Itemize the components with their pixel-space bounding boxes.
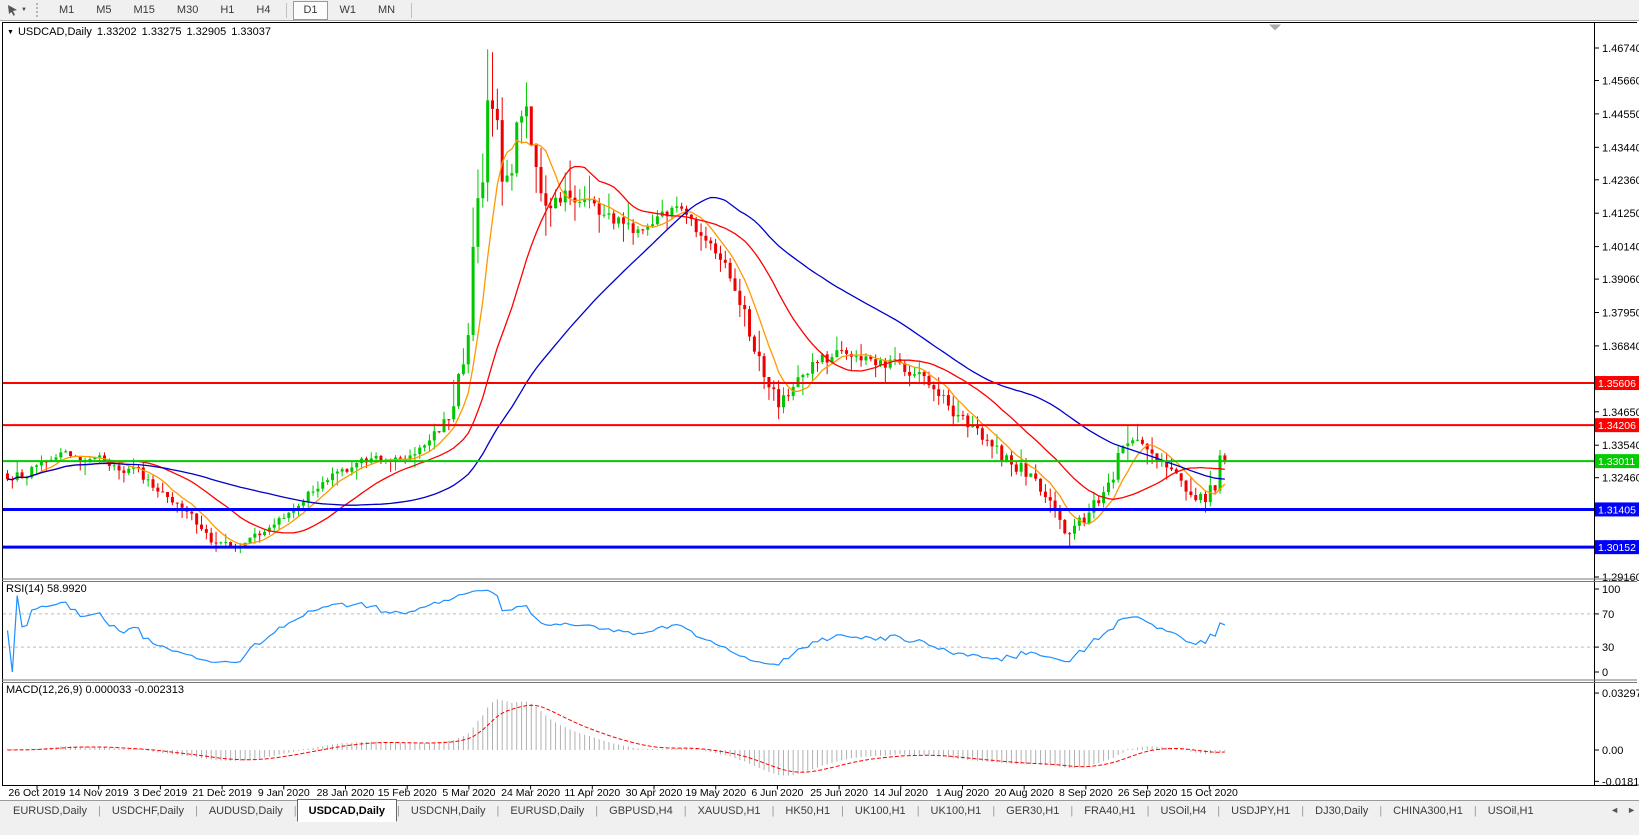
svg-text:3 Dec 2019: 3 Dec 2019 xyxy=(134,787,188,799)
svg-text:1.31405: 1.31405 xyxy=(1598,504,1636,516)
bar-close-value: 1.33037 xyxy=(231,26,271,38)
svg-text:6 Jun 2020: 6 Jun 2020 xyxy=(751,787,803,799)
svg-text:1.39060: 1.39060 xyxy=(1602,274,1639,286)
svg-text:1.42360: 1.42360 xyxy=(1602,175,1639,187)
chart-tab-xauusd-h1-7[interactable]: XAUUSD,H1 xyxy=(687,801,772,821)
svg-text:100: 100 xyxy=(1602,584,1620,596)
svg-text:30: 30 xyxy=(1602,642,1614,654)
svg-text:1.33011: 1.33011 xyxy=(1598,456,1635,468)
chart-frame: 26 Oct 2019 14 Nov 2019 3 Dec 2019 21 Dec 2… xyxy=(2,22,1637,799)
svg-text:15 Feb 2020: 15 Feb 2020 xyxy=(378,787,437,799)
svg-text:1.34650: 1.34650 xyxy=(1602,407,1639,419)
svg-text:28 Jan 2020: 28 Jan 2020 xyxy=(317,787,375,799)
svg-text:15 Oct 2020: 15 Oct 2020 xyxy=(1181,787,1238,799)
svg-text:1.33540: 1.33540 xyxy=(1602,440,1639,452)
chart-tab-uk100-h1-10[interactable]: UK100,H1 xyxy=(920,801,993,821)
svg-text:1.30152: 1.30152 xyxy=(1598,542,1636,554)
price-axis: 1.46740 1.45660 1.44550 1.43440 1.42360 1.412… xyxy=(1595,43,1639,584)
svg-text:14 Jul 2020: 14 Jul 2020 xyxy=(874,787,928,799)
tabs-scroll-right-button[interactable]: ► xyxy=(1627,805,1636,815)
trading-platform-window: ▼ M1M5M15M30H1H4D1W1MN 1.467401.456601.4… xyxy=(0,0,1639,835)
chart-tab-usdcnh-daily-4[interactable]: USDCNH,Daily xyxy=(400,801,497,821)
chart-tab-gbpusd-h4-6[interactable]: GBPUSD,H4 xyxy=(598,801,684,821)
chart-tab-usoil-h1-17[interactable]: USOil,H1 xyxy=(1477,801,1545,821)
macd-indicator-label: MACD(12,26,9) 0.000033 -0.002313 xyxy=(6,684,184,696)
svg-text:19 May 2020: 19 May 2020 xyxy=(685,787,746,799)
svg-text:9 Jan 2020: 9 Jan 2020 xyxy=(258,787,310,799)
svg-text:1.29160: 1.29160 xyxy=(1602,572,1639,584)
chart-tab-hk50-h1-8[interactable]: HK50,H1 xyxy=(774,801,841,821)
chart-tab-china300-h1-16[interactable]: CHINA300,H1 xyxy=(1382,801,1474,821)
svg-text:1.36840: 1.36840 xyxy=(1602,341,1639,353)
chart-canvas[interactable]: 1.46740 1.45660 1.44550 1.43440 1.42360 1.412… xyxy=(0,22,1639,800)
tabs-scroll-left-button[interactable]: ◄ xyxy=(1610,805,1619,815)
bar-open-value: 1.33202 xyxy=(97,26,137,38)
svg-text:1 Aug 2020: 1 Aug 2020 xyxy=(936,787,989,799)
svg-text:0.032972: 0.032972 xyxy=(1602,688,1639,700)
chart-tab-audusd-daily-2[interactable]: AUDUSD,Daily xyxy=(198,801,294,821)
rsi-indicator-label: RSI(14) 58.9920 xyxy=(6,583,87,595)
svg-text:1.37950: 1.37950 xyxy=(1602,307,1639,319)
chart-tab-ger30-h1-11[interactable]: GER30,H1 xyxy=(995,801,1070,821)
svg-text:1.34206: 1.34206 xyxy=(1598,420,1636,432)
chart-tabs-bar: EURUSD,Daily|USDCHF,Daily|AUDUSD,Daily|U… xyxy=(0,800,1639,835)
svg-text:1.46740: 1.46740 xyxy=(1602,43,1639,55)
chart-tab-fra40-h1-12[interactable]: FRA40,H1 xyxy=(1073,801,1146,821)
svg-text:1.35606: 1.35606 xyxy=(1598,378,1636,390)
svg-text:1.40140: 1.40140 xyxy=(1602,242,1639,254)
svg-text:1.43440: 1.43440 xyxy=(1602,142,1639,154)
tab-scroll-buttons: ◄ ► xyxy=(1610,805,1636,815)
rsi-panel: 100 70 30 0 xyxy=(3,584,1620,679)
chart-tab-usdcad-daily-3[interactable]: USDCAD,Daily xyxy=(297,799,397,822)
svg-text:11 Apr 2020: 11 Apr 2020 xyxy=(564,787,620,799)
chart-tab-usdchf-daily-1[interactable]: USDCHF,Daily xyxy=(101,801,195,821)
svg-text:1.41250: 1.41250 xyxy=(1602,208,1639,220)
svg-text:-0.018154: -0.018154 xyxy=(1602,776,1639,788)
chart-tab-usoil-h4-13[interactable]: USOil,H4 xyxy=(1149,801,1217,821)
svg-text:20 Aug 2020: 20 Aug 2020 xyxy=(995,787,1054,799)
svg-text:24 Mar 2020: 24 Mar 2020 xyxy=(501,787,560,799)
svg-text:8 Sep 2020: 8 Sep 2020 xyxy=(1059,787,1113,799)
bar-high-value: 1.33275 xyxy=(142,26,182,38)
moving-averages-layer xyxy=(8,140,1225,544)
chart-region: 1.46740 1.45660 1.44550 1.43440 1.42360 1.412… xyxy=(0,0,1639,800)
macd-panel: 0.032972 0.00 -0.018154 xyxy=(8,688,1639,788)
chart-tab-dj30-daily-15[interactable]: DJ30,Daily xyxy=(1304,801,1379,821)
svg-text:5 Mar 2020: 5 Mar 2020 xyxy=(442,787,495,799)
chart-tab-eurusd-daily-0[interactable]: EURUSD,Daily xyxy=(2,801,98,821)
svg-text:1.45660: 1.45660 xyxy=(1602,75,1639,87)
bar-low-value: 1.32905 xyxy=(186,26,226,38)
svg-text:0.00: 0.00 xyxy=(1602,745,1623,757)
collapse-triangle-icon: ▼ xyxy=(7,29,14,36)
horizontal-level-lines xyxy=(3,383,1594,547)
chart-tabs: EURUSD,Daily|USDCHF,Daily|AUDUSD,Daily|U… xyxy=(0,801,1639,823)
svg-text:21 Dec 2019: 21 Dec 2019 xyxy=(192,787,252,799)
svg-text:1.44550: 1.44550 xyxy=(1602,109,1639,121)
chart-tab-uk100-h1-9[interactable]: UK100,H1 xyxy=(844,801,917,821)
chart-title: ▼ USDCAD,Daily 1.33202 1.33275 1.32905 1.3303… xyxy=(7,26,271,38)
svg-text:1.32460: 1.32460 xyxy=(1602,473,1639,485)
chart-tab-usdjpy-h1-14[interactable]: USDJPY,H1 xyxy=(1220,801,1301,821)
svg-text:26 Oct 2019: 26 Oct 2019 xyxy=(8,787,65,799)
svg-text:26 Sep 2020: 26 Sep 2020 xyxy=(1118,787,1178,799)
svg-text:25 Jun 2020: 25 Jun 2020 xyxy=(810,787,868,799)
svg-text:70: 70 xyxy=(1602,609,1614,621)
chart-tab-eurusd-daily-5[interactable]: EURUSD,Daily xyxy=(499,801,595,821)
svg-text:30 Apr 2020: 30 Apr 2020 xyxy=(626,787,683,799)
svg-text:14 Nov 2019: 14 Nov 2019 xyxy=(69,787,129,799)
chart-shift-marker-icon xyxy=(1269,25,1281,31)
svg-text:0: 0 xyxy=(1602,667,1608,679)
chart-symbol-period: USDCAD,Daily xyxy=(18,26,92,38)
